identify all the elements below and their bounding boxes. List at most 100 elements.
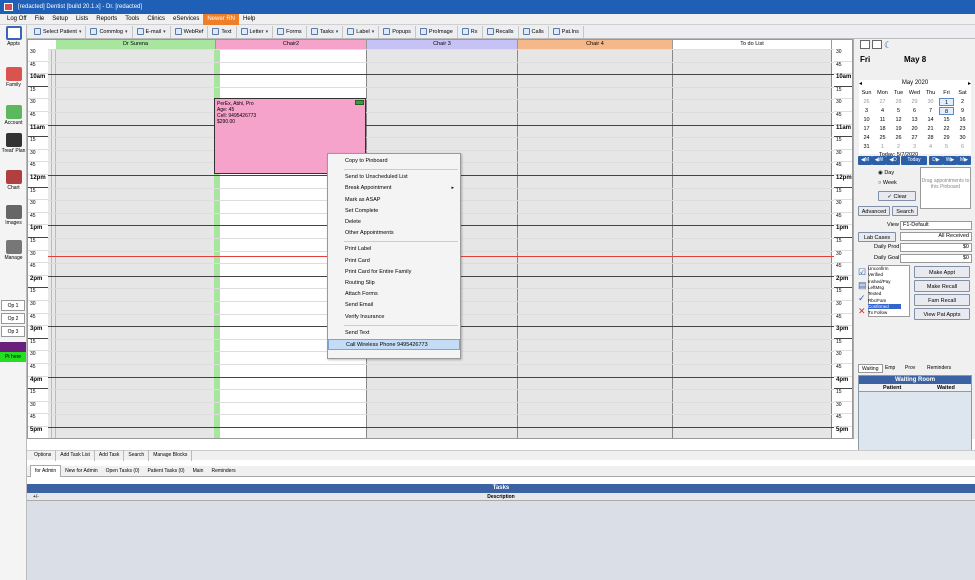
module-treat-plan[interactable]: Treat' Plan — [0, 133, 27, 154]
module-manage[interactable]: Manage — [0, 240, 27, 261]
tab-waiting[interactable]: Waiting — [858, 364, 883, 373]
task-tab-for-admin[interactable]: for Admin — [30, 465, 62, 477]
make-recall-button[interactable]: Make Recall — [914, 280, 970, 292]
calendar-day[interactable]: 14 — [923, 116, 938, 124]
toolbar-recalls-button[interactable]: Recalls — [483, 25, 519, 38]
operatory-column-chair-4[interactable] — [518, 49, 673, 438]
task-toolbar-add-task-button[interactable]: Add Task — [95, 450, 125, 461]
context-menu-break-appointment[interactable]: Break Appointment ▸ — [328, 183, 460, 194]
calendar-day[interactable]: 6 — [907, 107, 922, 115]
nav-prev-month-button[interactable]: ◀M — [858, 156, 872, 165]
task-toolbar-manage-blocks-button[interactable]: Manage Blocks — [149, 450, 193, 461]
calendar-day[interactable]: 1 — [939, 98, 954, 106]
context-menu-print-card-for-entire-family[interactable]: Print Card for Entire Family — [328, 267, 460, 278]
confirm-status-option[interactable]: Inshed/Pay — [868, 279, 891, 284]
calendar-day[interactable]: 15 — [939, 116, 954, 124]
task-tab-open-tasks-0[interactable]: Open Tasks (0) — [102, 466, 144, 477]
column-header-dr-surena[interactable]: Dr Surena — [56, 40, 216, 49]
calendar-day[interactable]: 28 — [923, 134, 938, 142]
calendar-day[interactable]: 3 — [907, 143, 922, 151]
menu-lists[interactable]: Lists — [72, 14, 92, 25]
calendar-day[interactable]: 17 — [859, 125, 874, 133]
calendar-day[interactable]: 5 — [891, 107, 906, 115]
column-header-chair-3[interactable]: Chair 3 — [367, 40, 518, 49]
context-menu-mark-as-asap[interactable]: Mark as ASAP — [328, 195, 460, 206]
lab-cases-button[interactable]: Lab Cases — [858, 232, 896, 242]
toolbar-forms-button[interactable]: Forms — [273, 25, 307, 38]
module-family[interactable]: Family — [0, 67, 27, 88]
view-day-radio[interactable]: ◉ Day — [878, 170, 894, 176]
fam-recall-button[interactable]: Fam Recall — [914, 294, 970, 306]
menu-clinics[interactable]: Clinics — [143, 14, 169, 25]
op-list-item[interactable]: Op 2 — [1, 313, 25, 324]
confirm-status-option[interactable]: LeftMsg — [868, 285, 884, 290]
calendar-day[interactable]: 2 — [891, 143, 906, 151]
toolbar-letter-button[interactable]: Letter ▾ — [237, 25, 274, 38]
task-tab-reminders[interactable]: Reminders — [207, 466, 239, 477]
context-menu-send-to-unscheduled-list[interactable]: Send to Unscheduled List — [328, 172, 460, 183]
calendar-day[interactable]: 8 — [939, 107, 954, 115]
calendar-day[interactable]: 1 — [875, 143, 890, 151]
calendar-day[interactable]: 29 — [939, 134, 954, 142]
menu-file[interactable]: File — [31, 14, 49, 25]
confirm-status-option[interactable]: Confirmed — [868, 303, 901, 309]
view-pat-appts-button[interactable]: View Pat Appts — [914, 308, 970, 320]
calendar-day[interactable]: 16 — [955, 116, 970, 124]
tab-prov[interactable]: Prov — [902, 364, 918, 373]
view-week-radio[interactable]: ○ Week — [878, 180, 897, 186]
confirm-status-option[interactable]: Texted — [868, 291, 881, 296]
calendar-day[interactable]: 10 — [859, 116, 874, 124]
calendar-day[interactable]: 21 — [923, 125, 938, 133]
context-menu-other-appointments[interactable]: Other Appointments — [328, 228, 460, 239]
calendar-day[interactable]: 4 — [875, 107, 890, 115]
module-chart[interactable]: Chart — [0, 170, 27, 191]
tab-emp[interactable]: Emp — [882, 364, 898, 373]
calendar-day[interactable]: 2 — [955, 98, 970, 106]
pinboard-drop-area[interactable]: Drag appointments to this Pinboard — [920, 167, 971, 209]
calendar-day[interactable]: 31 — [859, 143, 874, 151]
op-list-item[interactable]: Op 1 — [1, 300, 25, 311]
nav-next-day-button[interactable]: D▶ — [929, 156, 943, 165]
calendar-day[interactable]: 27 — [907, 134, 922, 142]
operatory-column-dr-surena[interactable] — [56, 49, 216, 438]
nav-prev-day-button[interactable]: ◀D — [886, 156, 900, 165]
calendar-day[interactable]: 30 — [923, 98, 938, 106]
context-menu-delete[interactable]: Delete — [328, 217, 460, 228]
calendar-day[interactable]: 11 — [875, 116, 890, 124]
toolbar-text-button[interactable]: Text — [208, 25, 237, 38]
calendar-day[interactable]: 26 — [859, 98, 874, 106]
calendar-day[interactable]: 13 — [907, 116, 922, 124]
toolbar-commlog-button[interactable]: Commlog ▾ — [86, 25, 133, 38]
lab-cases-filter[interactable]: All Received — [900, 232, 972, 241]
calendar-day[interactable]: 20 — [907, 125, 922, 133]
task-tab-main[interactable]: Main — [189, 466, 208, 477]
context-menu-send-email[interactable]: Send Email — [328, 300, 460, 311]
tab-reminders[interactable]: Reminders — [924, 364, 954, 373]
context-menu-attach-forms[interactable]: Attach Forms — [328, 289, 460, 300]
module-appts[interactable]: Appts — [0, 26, 27, 47]
task-toolbar-options-button[interactable]: Options — [30, 450, 57, 461]
context-menu-verify-insurance[interactable]: Verify Insurance — [328, 312, 460, 323]
mini-calendar[interactable]: ◂ ▸ May 2020 Sun Mon Tue Wed Thu Fri Sat 26 27 28 29 3… — [859, 80, 971, 158]
calendar-day[interactable]: 4 — [923, 143, 938, 151]
menu-help[interactable]: Help — [239, 14, 259, 25]
context-menu-copy-to-pinboard[interactable]: Copy to Pinboard — [328, 156, 460, 167]
view-select[interactable]: F1-Default — [900, 221, 972, 230]
menu-newer-rn[interactable]: Newer RN — [203, 13, 239, 25]
nav-today-button[interactable]: Today — [901, 156, 927, 165]
toolbar-pat-ins-button[interactable]: Pat.Ins — [549, 25, 584, 38]
toolbar-select-patient-button[interactable]: Select Patient ▾ — [30, 25, 87, 38]
tasks-list[interactable] — [27, 501, 975, 580]
toolbar-webref-button[interactable]: WebRef — [171, 25, 209, 38]
confirm-status-option[interactable]: Verified — [868, 272, 883, 277]
toolbar-label-button[interactable]: Label ▾ — [343, 25, 380, 38]
calendar-day[interactable]: 25 — [875, 134, 890, 142]
context-menu-set-complete[interactable]: Set Complete — [328, 206, 460, 217]
menu-eservices[interactable]: eServices — [169, 14, 203, 25]
calendar-day[interactable]: 24 — [859, 134, 874, 142]
search-button[interactable]: Search — [892, 206, 918, 216]
operatory-column-to-do-list[interactable] — [673, 49, 832, 438]
moon-icon[interactable]: ☾ — [884, 40, 894, 50]
calendar-day[interactable]: 30 — [955, 134, 970, 142]
calendar-day[interactable]: 22 — [939, 125, 954, 133]
